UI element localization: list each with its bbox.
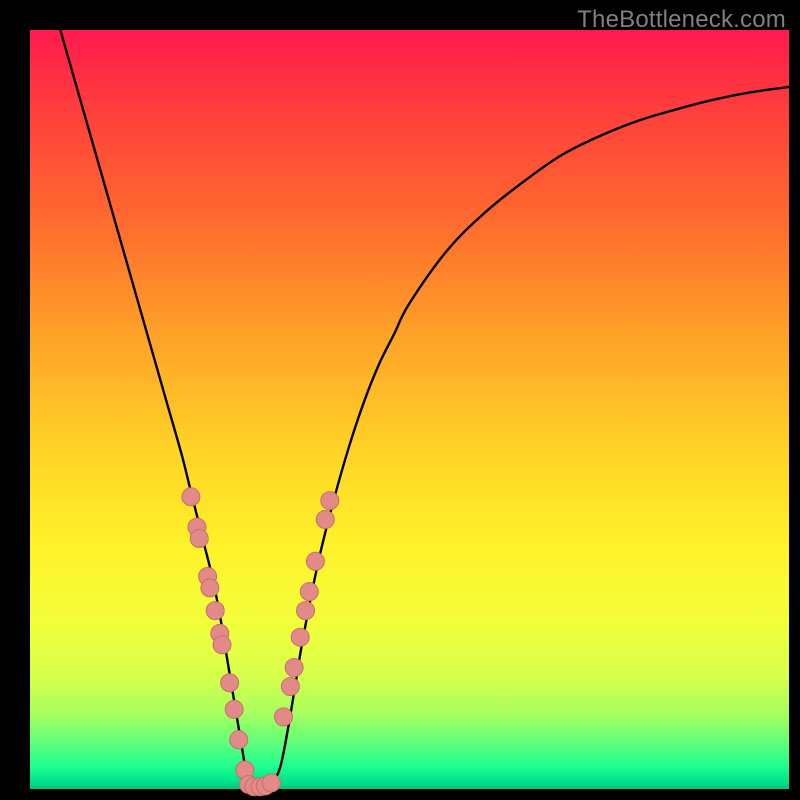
data-marker xyxy=(182,488,200,506)
data-marker xyxy=(321,492,339,510)
plot-area xyxy=(30,30,789,789)
data-marker xyxy=(297,602,315,620)
data-marker xyxy=(316,511,334,529)
data-marker xyxy=(275,708,293,726)
data-marker xyxy=(281,678,299,696)
data-marker xyxy=(225,700,243,718)
data-marker xyxy=(291,628,309,646)
marker-group xyxy=(182,488,339,796)
data-marker xyxy=(285,659,303,677)
chart-svg xyxy=(30,30,789,789)
data-marker xyxy=(213,636,231,654)
data-marker xyxy=(221,674,239,692)
data-marker xyxy=(300,583,318,601)
chart-stage: TheBottleneck.com xyxy=(0,0,800,800)
data-marker xyxy=(306,552,324,570)
watermark-label: TheBottleneck.com xyxy=(577,6,786,34)
data-marker xyxy=(201,579,219,597)
data-marker xyxy=(230,731,248,749)
data-marker xyxy=(190,530,208,548)
data-marker xyxy=(262,774,280,792)
data-marker xyxy=(206,602,224,620)
bottleneck-curve xyxy=(60,30,789,787)
